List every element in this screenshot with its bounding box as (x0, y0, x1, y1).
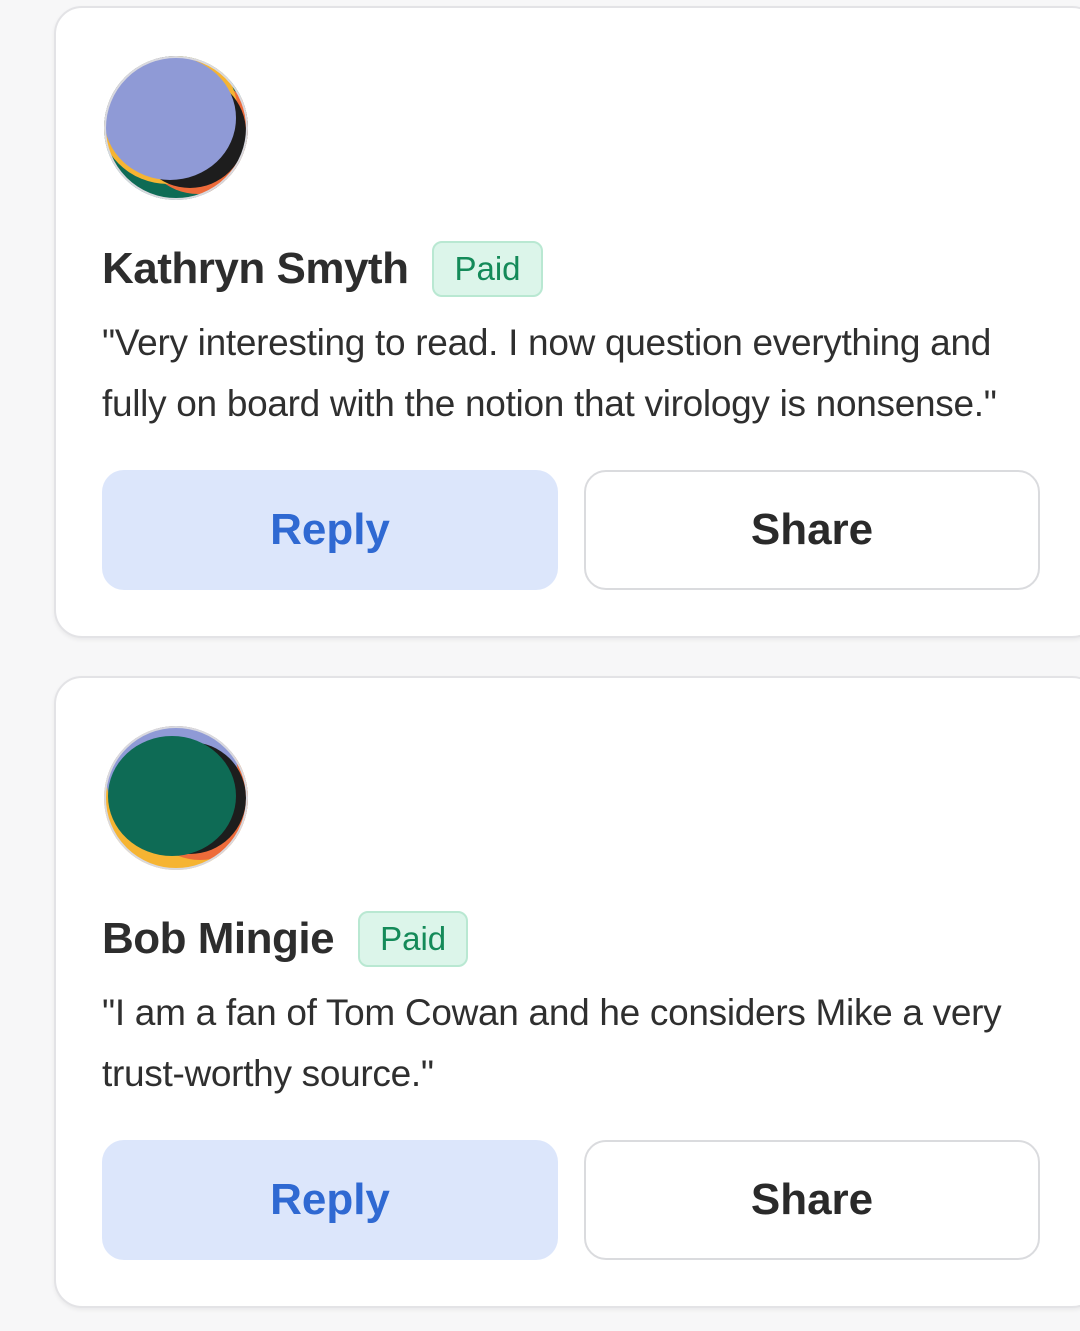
comment-text: "Very interesting to read. I now questio… (102, 322, 997, 424)
comment-card: Bob Mingie Paid "I am a fan of Tom Cowan… (54, 676, 1080, 1308)
share-button[interactable]: Share (584, 470, 1040, 590)
author-name[interactable]: Bob Mingie (102, 914, 335, 964)
avatar[interactable] (102, 724, 250, 872)
reply-button[interactable]: Reply (102, 1140, 558, 1260)
author-name[interactable]: Kathryn Smyth (102, 244, 409, 294)
reply-button[interactable]: Reply (102, 470, 558, 590)
comment-card: Kathryn Smyth Paid "Very interesting to … (54, 6, 1080, 638)
comment-text: "I am a fan of Tom Cowan and he consider… (102, 992, 1002, 1094)
paid-badge: Paid (358, 911, 469, 967)
comments-page: Kathryn Smyth Paid "Very interesting to … (0, 0, 1080, 1331)
share-button[interactable]: Share (584, 1140, 1040, 1260)
paid-badge: Paid (432, 241, 543, 297)
avatar[interactable] (102, 54, 250, 202)
